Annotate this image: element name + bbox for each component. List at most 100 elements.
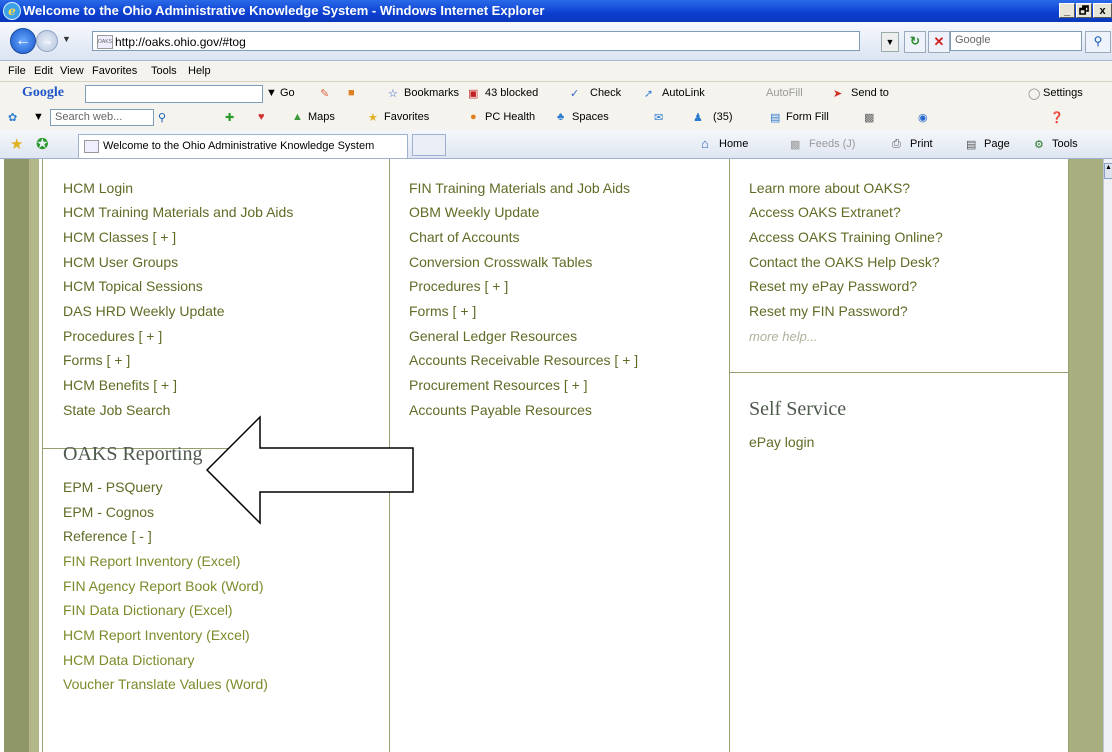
forward-button[interactable]: → [36, 30, 58, 52]
scroll-up-arrow-icon[interactable]: ▲ [1104, 163, 1112, 179]
menu-tools[interactable]: Tools [151, 65, 177, 77]
fin-link[interactable]: Procedures [ + ] [409, 278, 508, 294]
maps-button[interactable]: Maps [308, 111, 335, 123]
maximize-button[interactable]: 🗗 [1076, 3, 1092, 18]
reference-sublink[interactable]: HCM Data Dictionary [63, 652, 194, 668]
news-icon[interactable]: ✎ [320, 87, 329, 100]
fin-link[interactable]: Chart of Accounts [409, 229, 520, 245]
spellcheck-button[interactable]: Check [590, 87, 621, 99]
favorites-center-icon[interactable]: ★ [10, 135, 23, 153]
search-button[interactable]: ⚲ [1085, 31, 1111, 53]
feeds-button[interactable]: Feeds (J) [809, 138, 855, 150]
ie-logo-icon: e [3, 2, 21, 20]
spaces-heart-icon[interactable]: ♥ [258, 111, 265, 123]
help-link[interactable]: Learn more about OAKS? [749, 180, 910, 196]
settings-button[interactable]: Settings [1043, 87, 1083, 99]
gmail-icon[interactable]: ■ [348, 87, 355, 99]
tools-button[interactable]: Tools [1052, 138, 1078, 150]
back-button[interactable]: ← [10, 28, 36, 54]
popup-blocked-count[interactable]: 43 blocked [485, 87, 538, 99]
live-logo-icon: ✿ [8, 112, 18, 124]
help-link[interactable]: Contact the OAKS Help Desk? [749, 254, 940, 270]
sendto-button[interactable]: Send to [851, 87, 889, 99]
help-link[interactable]: Reset my ePay Password? [749, 278, 917, 294]
pc-health-button[interactable]: PC Health [485, 111, 535, 123]
add-icon[interactable]: ✚ [225, 111, 234, 124]
menu-help[interactable]: Help [188, 65, 211, 77]
hcm-link[interactable]: HCM Login [63, 180, 133, 196]
menu-view[interactable]: View [60, 65, 84, 77]
hcm-link[interactable]: Forms [ + ] [63, 352, 130, 368]
maps-icon: ▲ [292, 111, 303, 123]
reporting-link[interactable]: EPM - Cognos [63, 504, 154, 520]
contacts-count[interactable]: (35) [713, 111, 733, 123]
rss-icon[interactable]: ▩ [864, 111, 874, 124]
onecare-icon[interactable]: ◉ [918, 111, 928, 124]
menu-edit[interactable]: Edit [34, 65, 53, 77]
fin-link[interactable]: FIN Training Materials and Job Aids [409, 180, 630, 196]
refresh-button[interactable]: ↻ [904, 31, 926, 53]
live-search-input[interactable]: Search web... [50, 109, 154, 126]
reference-sublink[interactable]: FIN Agency Report Book (Word) [63, 578, 263, 594]
window-title: Welcome to the Ohio Administrative Knowl… [23, 3, 545, 18]
right-page-border [1069, 159, 1103, 752]
hcm-link[interactable]: HCM Topical Sessions [63, 278, 203, 294]
popup-blocker-icon: ▣ [468, 88, 479, 100]
hcm-link[interactable]: HCM User Groups [63, 254, 178, 270]
minimize-button[interactable]: _ [1059, 3, 1075, 18]
close-button[interactable]: x [1093, 3, 1112, 18]
form-fill-button[interactable]: Form Fill [786, 111, 829, 123]
fin-link[interactable]: Accounts Receivable Resources [ + ] [409, 352, 638, 368]
help-link[interactable]: Reset my FIN Password? [749, 303, 908, 319]
more-help-link[interactable]: more help... [749, 329, 818, 344]
home-button[interactable]: Home [719, 138, 748, 150]
reporting-link[interactable]: EPM - PSQuery [63, 479, 163, 495]
hcm-link[interactable]: DAS HRD Weekly Update [63, 303, 225, 319]
help-icon[interactable]: ❓ [1050, 111, 1064, 124]
fin-link[interactable]: Accounts Payable Resources [409, 402, 592, 418]
live-menu-dropdown[interactable]: ▼ [33, 111, 44, 123]
fin-link[interactable]: General Ledger Resources [409, 328, 577, 344]
reference-sublink[interactable]: Voucher Translate Values (Word) [63, 676, 268, 692]
hcm-link[interactable]: HCM Benefits [ + ] [63, 377, 177, 393]
address-dropdown-button[interactable]: ▼ [881, 32, 899, 52]
stop-button[interactable]: ✕ [928, 31, 950, 53]
hcm-link[interactable]: HCM Training Materials and Job Aids [63, 204, 293, 220]
vertical-scrollbar[interactable]: ▲ [1103, 159, 1112, 752]
epay-login-link[interactable]: ePay login [749, 434, 814, 450]
hcm-link[interactable]: State Job Search [63, 402, 170, 418]
menu-favorites[interactable]: Favorites [92, 65, 137, 77]
fin-link[interactable]: Forms [ + ] [409, 303, 476, 319]
hcm-link[interactable]: HCM Classes [ + ] [63, 229, 176, 245]
reference-sublink[interactable]: FIN Data Dictionary (Excel) [63, 602, 233, 618]
address-field[interactable]: OAKS http://oaks.ohio.gov/#tog [92, 31, 860, 51]
add-favorite-icon[interactable]: ✪ [36, 135, 49, 153]
tab-oaks-welcome[interactable]: Welcome to the Ohio Administrative Knowl… [78, 134, 408, 158]
reference-sublink[interactable]: FIN Report Inventory (Excel) [63, 553, 240, 569]
go-button[interactable]: Go [280, 87, 295, 99]
print-button[interactable]: Print [910, 138, 933, 150]
hcm-link[interactable]: Procedures [ + ] [63, 328, 162, 344]
google-toolbar-search-input[interactable] [85, 85, 263, 103]
reporting-link[interactable]: Reference [ - ] [63, 528, 152, 544]
column-divider [42, 159, 43, 752]
autolink-button[interactable]: AutoLink [662, 87, 705, 99]
help-link[interactable]: Access OAKS Training Online? [749, 229, 943, 245]
page-button[interactable]: Page [984, 138, 1010, 150]
live-search-icon[interactable]: ⚲ [158, 111, 166, 124]
spaces-button[interactable]: Spaces [572, 111, 609, 123]
google-search-dropdown[interactable]: ▼ [266, 87, 277, 99]
fin-link[interactable]: OBM Weekly Update [409, 204, 539, 220]
recent-pages-dropdown[interactable]: ▼ [62, 34, 71, 44]
fin-link[interactable]: Procurement Resources [ + ] [409, 377, 588, 393]
mail-icon[interactable]: ✉ [654, 111, 663, 124]
reference-sublink[interactable]: HCM Report Inventory (Excel) [63, 627, 250, 643]
live-favorites-button[interactable]: Favorites [384, 111, 429, 123]
bookmarks-button[interactable]: Bookmarks [404, 87, 459, 99]
autofill-button[interactable]: AutoFill [766, 87, 803, 99]
search-input[interactable]: Google [950, 31, 1082, 51]
help-link[interactable]: Access OAKS Extranet? [749, 204, 901, 220]
new-tab-button[interactable] [412, 134, 446, 156]
menu-file[interactable]: File [8, 65, 26, 77]
fin-link[interactable]: Conversion Crosswalk Tables [409, 254, 592, 270]
